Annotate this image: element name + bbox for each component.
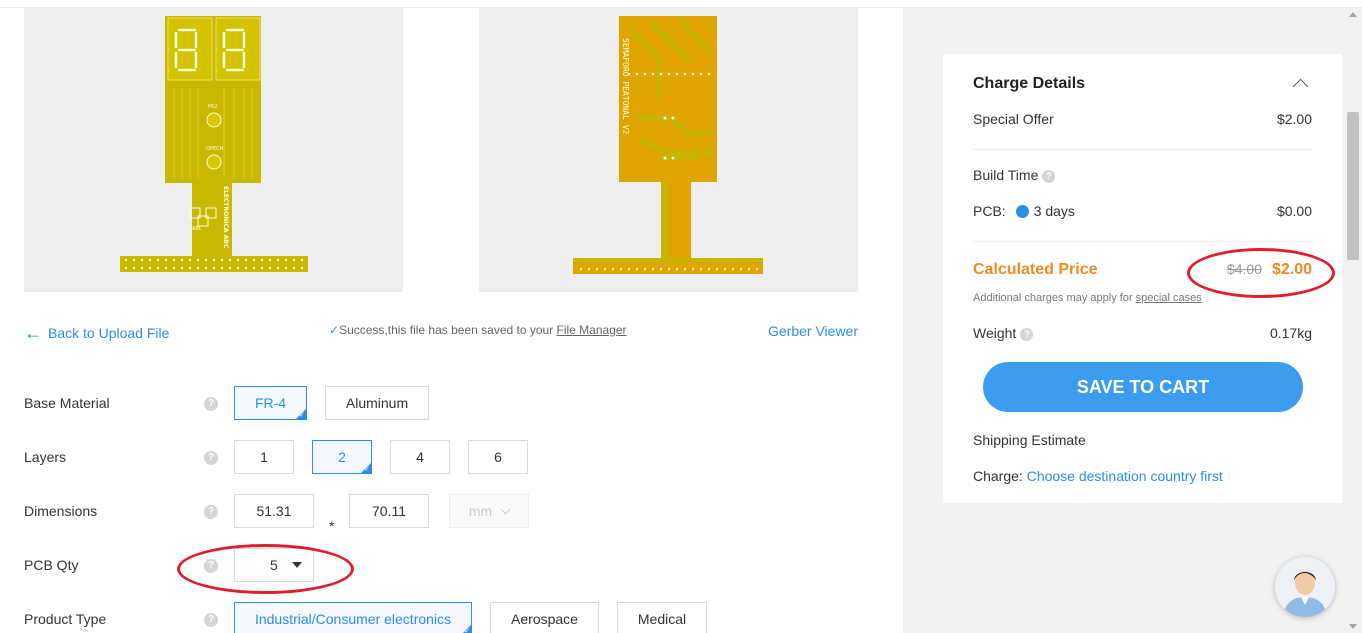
layers-2-option[interactable]: 2 ✓ (312, 440, 372, 474)
build-time-help-icon[interactable]: ? (1042, 169, 1056, 183)
product-type-aerospace-option[interactable]: Aerospace (490, 602, 599, 633)
pcb-build-row: PCB: 3 days $0.00 (973, 203, 1312, 219)
pcb-preview-top: P62 OPECH ELECTRONICA ABC ABC (24, 8, 403, 292)
selected-check-icon: ✓ (464, 628, 470, 633)
left-panel: P62 OPECH ELECTRONICA ABC ABC SEMAFORO P… (0, 8, 903, 633)
industrial-label: Industrial/Consumer electronics (254, 611, 452, 627)
layers-2-label: 2 (338, 449, 346, 465)
dimensions-label: Dimensions (24, 503, 98, 519)
product-type-industrial-option[interactable]: Industrial/Consumer electronics ✓ (234, 602, 472, 633)
weight-label: Weight (973, 325, 1017, 341)
pcb-qty-label: PCB Qty (24, 557, 79, 573)
silk-semaforo: SEMAFORO PEATONAL V2 (621, 38, 630, 135)
page-scrollbar[interactable] (1344, 8, 1362, 633)
divider (973, 149, 1312, 150)
base-material-label: Base Material (24, 395, 110, 411)
chevron-up-icon[interactable] (1292, 78, 1309, 95)
pcb-bottom-image: SEMAFORO PEATONAL V2 (573, 16, 763, 274)
dimension-height-input[interactable]: 70.11 (349, 494, 429, 528)
pcb-preview-bottom: SEMAFORO PEATONAL V2 (479, 8, 858, 292)
weight-value: 0.17kg (1269, 325, 1312, 341)
layers-1-option[interactable]: 1 (234, 440, 294, 474)
back-to-upload-link[interactable]: ← Back to Upload File (24, 323, 170, 343)
layers-label: Layers (24, 449, 67, 465)
base-material-fr4-option[interactable]: FR-4 ✓ (234, 386, 307, 420)
scroll-thumb[interactable] (1347, 112, 1359, 260)
pcb-qty-select[interactable]: 5 (234, 548, 314, 582)
shipping-estimate-label: Shipping Estimate (973, 432, 1086, 448)
charge-details-title: Charge Details (973, 75, 1086, 92)
chevron-down-icon (500, 504, 511, 515)
pcb-build-label: PCB: (973, 203, 1006, 219)
special-cases-link[interactable]: special cases (1136, 292, 1202, 304)
build-time-radio[interactable] (1015, 204, 1029, 218)
silk-opech: OPECH (206, 146, 224, 152)
caret-down-icon (291, 562, 302, 568)
pcb-build-option: 3 days (1033, 203, 1075, 219)
gerber-viewer-link[interactable]: Gerber Viewer (768, 323, 858, 339)
dimension-unit-label: mm (468, 503, 493, 519)
product-type-label: Product Type (24, 611, 107, 627)
product-type-medical-option[interactable]: Medical (617, 602, 707, 633)
arrow-left-icon: ← (24, 323, 42, 343)
save-to-cart-button[interactable]: SAVE TO CART (983, 362, 1303, 412)
top-border (0, 0, 1362, 8)
pcb-qty-value: 5 (270, 557, 278, 573)
shipping-charge-label: Charge: (973, 468, 1023, 484)
scroll-down-icon[interactable] (1349, 624, 1357, 629)
dimension-separator: * (329, 518, 335, 534)
layers-6-option[interactable]: 6 (468, 440, 528, 474)
silk-p62: P62 (208, 104, 217, 110)
original-price: $4.00 (1226, 261, 1262, 277)
dimensions-help-icon[interactable]: ? (204, 505, 218, 519)
build-time-row: Build Time? (973, 167, 1312, 183)
shipping-estimate-row: Shipping Estimate (973, 432, 1312, 448)
additional-charges-text: Additional charges may apply for (973, 292, 1136, 304)
silk-brand: ELECTRONICA ABC (222, 186, 229, 249)
base-material-help-icon[interactable]: ? (204, 397, 218, 411)
base-material-aluminum-option[interactable]: Aluminum (325, 386, 429, 420)
pcb-qty-help-icon[interactable]: ? (204, 559, 218, 573)
weight-row: Weight? 0.17kg (973, 325, 1312, 341)
support-chat-avatar[interactable] (1275, 557, 1335, 617)
person-icon (1275, 557, 1335, 617)
dimension-width-input[interactable]: 51.31 (234, 494, 314, 528)
build-time-label: Build Time (973, 167, 1039, 183)
save-success-message: ✓Success,this file has been saved to you… (329, 323, 627, 337)
success-text: Success,this file has been saved to your (339, 323, 557, 337)
fr4-label: FR-4 (254, 395, 287, 411)
special-offer-value: $2.00 (1276, 111, 1312, 127)
divider (973, 241, 1312, 242)
scroll-up-icon[interactable] (1349, 12, 1357, 17)
shipping-charge-row: Charge: Choose destination country first (973, 468, 1312, 484)
discounted-price: $2.00 (1271, 261, 1312, 278)
product-type-help-icon[interactable]: ? (204, 613, 218, 627)
checkmark-icon: ✓ (329, 323, 340, 337)
pcb-build-value: $0.00 (1276, 203, 1312, 219)
layers-help-icon[interactable]: ? (204, 451, 218, 465)
choose-country-link[interactable]: Choose destination country first (1027, 468, 1223, 484)
dimension-unit-select[interactable]: mm (449, 494, 529, 528)
selected-check-icon: ✓ (299, 412, 305, 419)
special-offer-label: Special Offer (973, 111, 1054, 127)
calculated-price-label: Calculated Price (973, 261, 1098, 278)
weight-help-icon[interactable]: ? (1020, 327, 1034, 341)
layers-4-option[interactable]: 4 (390, 440, 450, 474)
silk-abc: ABC (192, 226, 203, 232)
back-to-upload-label: Back to Upload File (48, 325, 170, 341)
pcb-top-image: P62 OPECH ELECTRONICA ABC ABC (120, 16, 308, 272)
file-manager-link[interactable]: File Manager (557, 323, 627, 337)
additional-charges-note: Additional charges may apply for special… (973, 292, 1202, 304)
price-values: $4.00 $2.00 (1227, 261, 1312, 279)
calculated-price-row: Calculated Price $4.00 $2.00 (973, 261, 1312, 279)
special-offer-row: Special Offer $2.00 (973, 111, 1312, 127)
selected-check-icon: ✓ (364, 466, 370, 473)
charge-details-card: Charge Details Special Offer $2.00 Build… (943, 54, 1342, 503)
